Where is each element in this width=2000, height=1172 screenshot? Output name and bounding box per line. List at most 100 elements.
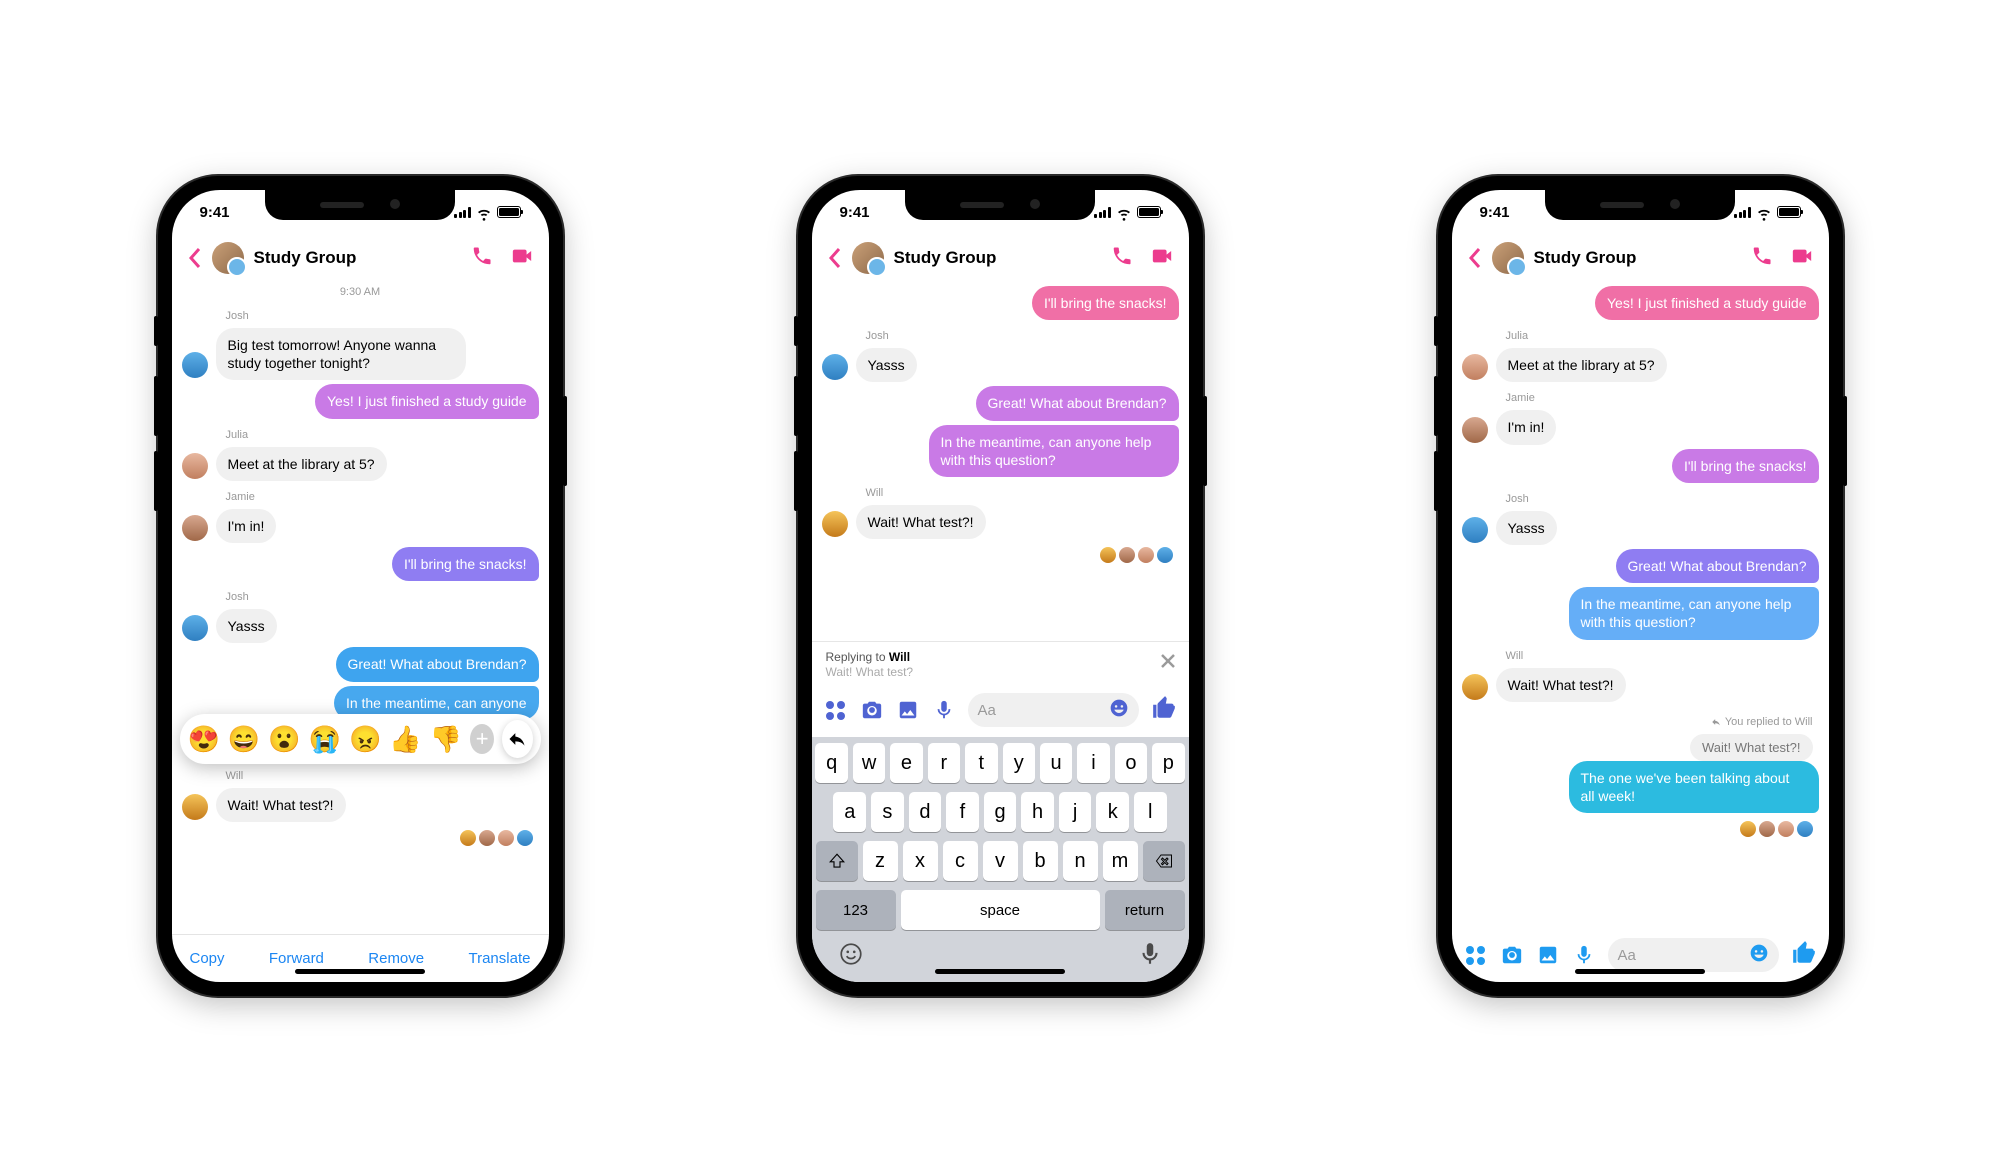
home-indicator[interactable] — [935, 969, 1065, 974]
message-list[interactable]: Yes! I just finished a study guide Julia… — [1452, 282, 1829, 930]
avatar-josh[interactable] — [182, 615, 208, 641]
return-key[interactable]: return — [1105, 890, 1185, 930]
key-y[interactable]: y — [1003, 743, 1035, 783]
key-j[interactable]: j — [1059, 792, 1092, 832]
dictation-button[interactable] — [1137, 941, 1163, 972]
quoted-message[interactable]: Wait! What test?! — [1690, 734, 1813, 761]
conversation-title[interactable]: Study Group — [1534, 248, 1741, 268]
reply-button[interactable] — [502, 720, 532, 758]
reaction-thumbs-up[interactable]: 👍 — [389, 726, 421, 752]
message-bubble[interactable]: Great! What about Brendan? — [1616, 549, 1819, 583]
key-r[interactable]: r — [928, 743, 960, 783]
key-c[interactable]: c — [943, 841, 978, 881]
avatar-josh[interactable] — [1462, 517, 1488, 543]
message-bubble[interactable]: Wait! What test?! — [216, 788, 346, 822]
key-b[interactable]: b — [1023, 841, 1058, 881]
video-call-button[interactable] — [1151, 245, 1173, 272]
message-bubble[interactable]: Wait! What test?! — [856, 505, 986, 539]
avatar-julia[interactable] — [182, 453, 208, 479]
numeric-key[interactable]: 123 — [816, 890, 896, 930]
reaction-add-button[interactable]: + — [470, 724, 494, 754]
key-o[interactable]: o — [1115, 743, 1147, 783]
key-e[interactable]: e — [890, 743, 922, 783]
like-button[interactable] — [1151, 695, 1177, 726]
menu-translate[interactable]: Translate — [468, 950, 530, 967]
message-bubble[interactable]: Meet at the library at 5? — [216, 447, 387, 481]
key-t[interactable]: t — [965, 743, 997, 783]
message-bubble[interactable]: I'll bring the snacks! — [392, 547, 539, 581]
camera-button[interactable] — [1500, 943, 1524, 967]
home-indicator[interactable] — [295, 969, 425, 974]
key-m[interactable]: m — [1103, 841, 1138, 881]
message-list[interactable]: 9:30 AM Josh Big test tomorrow! Anyone w… — [172, 282, 549, 934]
message-bubble[interactable]: I'll bring the snacks! — [1672, 449, 1819, 483]
back-button[interactable] — [188, 247, 202, 269]
avatar-jamie[interactable] — [1462, 417, 1488, 443]
message-bubble[interactable]: Yasss — [1496, 511, 1557, 545]
avatar-josh[interactable] — [822, 354, 848, 380]
message-bubble[interactable]: Great! What about Brendan? — [976, 386, 1179, 420]
message-bubble[interactable]: Yasss — [856, 348, 917, 382]
key-k[interactable]: k — [1096, 792, 1129, 832]
emoji-button[interactable] — [1749, 943, 1769, 968]
key-s[interactable]: s — [871, 792, 904, 832]
video-call-button[interactable] — [1791, 245, 1813, 272]
message-list[interactable]: I'll bring the snacks! Josh Yasss Great!… — [812, 282, 1189, 641]
avatar-will[interactable] — [1462, 674, 1488, 700]
message-bubble[interactable]: I'm in! — [1496, 410, 1557, 444]
menu-remove[interactable]: Remove — [368, 950, 424, 967]
message-bubble[interactable]: Meet at the library at 5? — [1496, 348, 1667, 382]
key-u[interactable]: u — [1040, 743, 1072, 783]
message-bubble[interactable]: Great! What about Brendan? — [336, 647, 539, 681]
group-avatar[interactable] — [212, 242, 244, 274]
conversation-title[interactable]: Study Group — [254, 248, 461, 268]
reply-cancel-button[interactable] — [1159, 652, 1177, 670]
emoji-button[interactable] — [1109, 698, 1129, 723]
key-w[interactable]: w — [853, 743, 885, 783]
apps-button[interactable] — [1464, 943, 1488, 967]
message-bubble[interactable]: In the meantime, can anyone help with th… — [929, 425, 1179, 477]
message-bubble[interactable]: Yes! I just finished a study guide — [315, 384, 539, 418]
shift-key[interactable] — [816, 841, 858, 881]
group-avatar[interactable] — [852, 242, 884, 274]
message-bubble[interactable]: Wait! What test?! — [1496, 668, 1626, 702]
message-input[interactable]: Aa — [1608, 938, 1779, 972]
key-q[interactable]: q — [815, 743, 847, 783]
message-input[interactable]: Aa — [968, 693, 1139, 727]
back-button[interactable] — [1468, 247, 1482, 269]
key-f[interactable]: f — [946, 792, 979, 832]
voice-call-button[interactable] — [1751, 245, 1773, 272]
apps-button[interactable] — [824, 698, 848, 722]
reaction-wow[interactable]: 😮 — [268, 726, 300, 752]
key-z[interactable]: z — [863, 841, 898, 881]
reaction-thumbs-down[interactable]: 👎 — [430, 726, 462, 752]
gallery-button[interactable] — [896, 698, 920, 722]
menu-copy[interactable]: Copy — [190, 950, 225, 967]
voice-call-button[interactable] — [1111, 245, 1133, 272]
reaction-grin[interactable]: 😄 — [228, 726, 260, 752]
key-i[interactable]: i — [1077, 743, 1109, 783]
home-indicator[interactable] — [1575, 969, 1705, 974]
conversation-title[interactable]: Study Group — [894, 248, 1101, 268]
key-l[interactable]: l — [1134, 792, 1167, 832]
message-bubble[interactable]: Big test tomorrow! Anyone wanna study to… — [216, 328, 466, 380]
key-x[interactable]: x — [903, 841, 938, 881]
video-call-button[interactable] — [511, 245, 533, 272]
menu-forward[interactable]: Forward — [269, 950, 324, 967]
key-n[interactable]: n — [1063, 841, 1098, 881]
message-bubble[interactable]: In the meantime, can anyone help with th… — [1569, 587, 1819, 639]
reaction-heart-eyes[interactable]: 😍 — [188, 726, 220, 752]
message-bubble[interactable]: The one we've been talking about all wee… — [1569, 761, 1819, 813]
key-a[interactable]: a — [833, 792, 866, 832]
backspace-key[interactable] — [1143, 841, 1185, 881]
like-button[interactable] — [1791, 940, 1817, 971]
back-button[interactable] — [828, 247, 842, 269]
key-p[interactable]: p — [1152, 743, 1184, 783]
reaction-angry[interactable]: 😠 — [349, 726, 381, 752]
space-key[interactable]: space — [901, 890, 1100, 930]
key-h[interactable]: h — [1021, 792, 1054, 832]
key-d[interactable]: d — [909, 792, 942, 832]
key-g[interactable]: g — [984, 792, 1017, 832]
voice-button[interactable] — [932, 698, 956, 722]
reaction-cry[interactable]: 😭 — [309, 726, 341, 752]
